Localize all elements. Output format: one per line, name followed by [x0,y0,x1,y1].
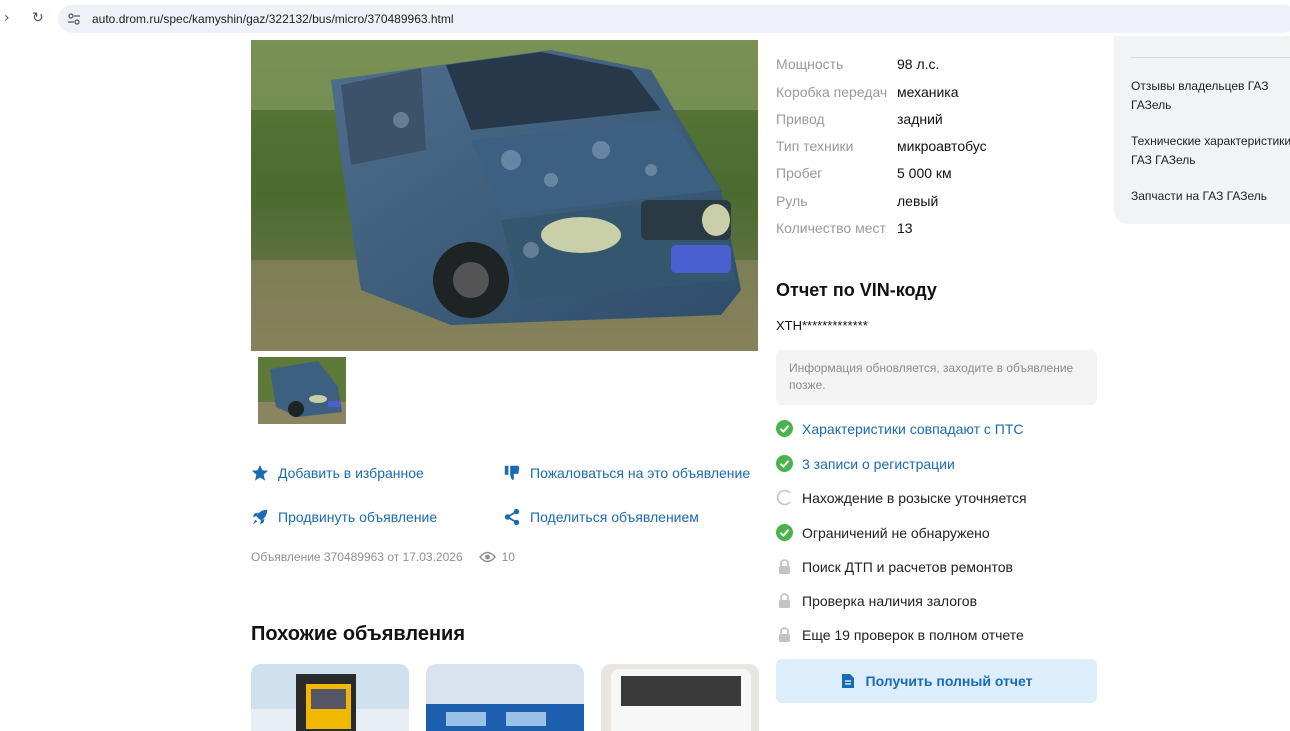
check-item: Ограничений не обнаружено [776,524,990,541]
spec-key: Мощность [776,56,844,72]
spec-key: Руль [776,193,808,209]
check-item[interactable]: Характеристики совпадают с ПТС [776,420,1024,437]
spec-value: механика [897,84,959,100]
similar-listing-card[interactable] [251,664,409,731]
check-label: Ограничений не обнаружено [802,524,990,541]
complain-link[interactable]: Пожаловаться на это объявление [503,464,750,482]
views-count: 10 [501,550,515,564]
spec-row: Пробег 5 000 км [776,165,952,181]
check-circle-icon [776,420,793,437]
url-text[interactable]: auto.drom.ru/spec/kamyshin/gaz/322132/bu… [92,12,454,26]
check-label: Еще 19 проверок в полном отчете [802,626,1024,643]
sidebar-link-reviews[interactable]: Отзывы владельцев ГАЗ ГАЗель [1131,77,1290,115]
site-settings-icon[interactable] [67,12,81,26]
spec-value: микроавтобус [897,138,987,154]
lock-icon [779,593,790,608]
lock-icon [779,627,790,642]
complain-label: Пожаловаться на это объявление [530,465,751,481]
spec-value: 5 000 км [897,165,952,181]
spec-key: Пробег [776,165,823,181]
eye-icon [478,551,496,563]
photo-thumbnail[interactable] [258,357,346,424]
spec-value: 98 л.с. [897,56,940,72]
share-label: Поделиться объявлением [530,509,699,525]
browser-toolbar: › ↻ auto.drom.ru/spec/kamyshin/gaz/32213… [0,0,1290,40]
share-icon [504,508,520,526]
loading-spinner-icon [776,489,791,506]
promote-link[interactable]: Продвинуть объявление [251,508,437,526]
add-to-favorites-link[interactable]: Добавить в избранное [251,464,424,482]
check-item[interactable]: 3 записи о регистрации [776,455,955,472]
lock-icon [779,559,790,574]
check-label: Проверка наличия залогов [802,592,978,609]
vin-code: XTH************* [776,318,868,333]
listing-meta: Объявление 370489963 от 17.03.2026 10 [251,550,515,564]
address-bar[interactable]: auto.drom.ru/spec/kamyshin/gaz/322132/bu… [58,5,1290,33]
similar-listing-card[interactable] [601,664,759,731]
spec-row: Количество мест 13 [776,220,913,236]
sidebar-divider [1130,57,1290,58]
check-item: Нахождение в розыске уточняется [776,489,1027,506]
check-item: Поиск ДТП и расчетов ремонтов [776,558,1013,575]
spec-row: Привод задний [776,111,943,127]
spec-key: Коробка передач [776,84,888,100]
add-to-favorites-label: Добавить в избранное [278,465,424,481]
spec-key: Тип техники [776,138,854,154]
check-label: Поиск ДТП и расчетов ремонтов [802,558,1013,575]
vin-report-title: Отчет по VIN-коду [776,280,937,300]
sidebar-link-specs[interactable]: Технические характеристики ГАЗ ГАЗель [1131,132,1290,170]
spec-value: задний [897,111,943,127]
spec-key: Привод [776,111,825,127]
check-label: Характеристики совпадают с ПТС [802,420,1024,437]
vin-info-notice: Информация обновляется, заходите в объяв… [776,350,1097,405]
spec-row: Тип техники микроавтобус [776,138,987,154]
spec-row: Руль левый [776,193,938,209]
share-link[interactable]: Поделиться объявлением [503,508,699,526]
check-item: Еще 19 проверок в полном отчете [776,626,1024,643]
get-full-report-button[interactable]: Получить полный отчет [776,659,1097,703]
spec-row: Коробка передач механика [776,84,959,100]
forward-icon[interactable]: › [4,10,10,26]
spec-row: Мощность 98 л.с. [776,56,939,72]
check-circle-icon [776,524,793,541]
sidebar-link-parts[interactable]: Запчасти на ГАЗ ГАЗель [1131,187,1290,206]
main-listing-photo[interactable] [251,40,758,351]
promote-label: Продвинуть объявление [278,509,438,525]
get-full-report-label: Получить полный отчет [865,673,1033,689]
check-label: 3 записи о регистрации [802,455,955,472]
check-label: Нахождение в розыске уточняется [802,489,1027,506]
document-icon [841,674,854,688]
spec-key: Количество мест [776,220,886,236]
similar-listing-card[interactable] [426,664,584,731]
thumbs-down-icon [504,465,520,481]
star-icon [251,464,269,481]
spec-value: 13 [897,220,913,236]
check-item: Проверка наличия залогов [776,592,977,609]
check-circle-icon [776,455,793,472]
rocket-icon [252,509,268,525]
listing-info: Объявление 370489963 от 17.03.2026 [251,550,463,564]
similar-listings-title: Похожие объявления [251,623,466,645]
spec-value: левый [897,193,939,209]
reload-icon[interactable]: ↻ [32,10,44,26]
